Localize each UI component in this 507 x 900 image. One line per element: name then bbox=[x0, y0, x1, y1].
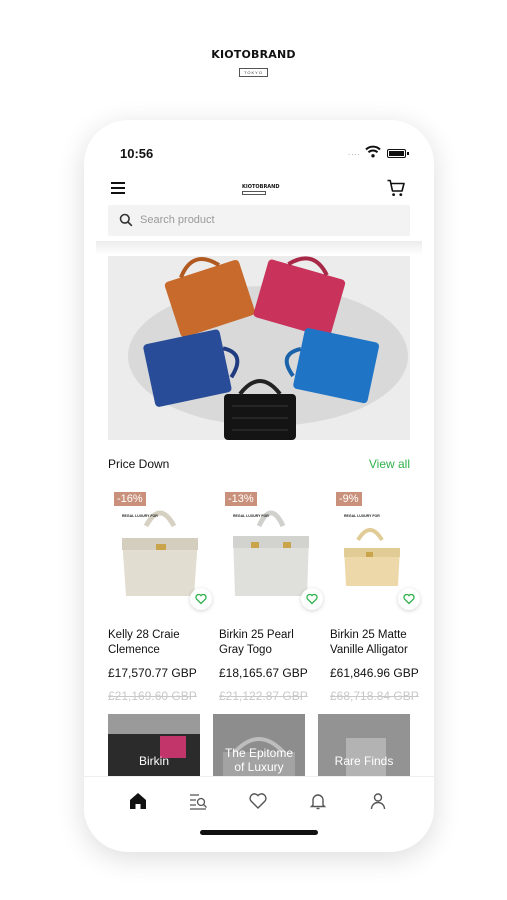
menu-icon[interactable] bbox=[111, 182, 125, 197]
favorite-button[interactable] bbox=[398, 588, 420, 610]
discount-badge: -16% bbox=[114, 492, 146, 506]
battery-icon bbox=[387, 149, 409, 158]
cart-icon[interactable] bbox=[386, 178, 406, 203]
product-price: £61,846.96 GBP bbox=[330, 666, 419, 680]
product-tag: REGAL LUXURY FOR bbox=[344, 514, 380, 518]
product-price: £18,165.67 GBP bbox=[219, 666, 308, 680]
product-name: Birkin 25 Matte Vanille Alligator bbox=[330, 628, 434, 658]
category-tile-rare-finds[interactable]: Rare Finds bbox=[318, 714, 410, 776]
search-placeholder: Search product bbox=[140, 214, 215, 226]
product-old-price: £21,169.60 GBP bbox=[108, 689, 197, 703]
bell-icon[interactable] bbox=[308, 791, 328, 811]
category-label: Rare Finds bbox=[334, 754, 394, 768]
catalog-search-icon[interactable] bbox=[188, 791, 208, 811]
heart-icon bbox=[403, 593, 415, 605]
discount-badge: -13% bbox=[225, 492, 257, 506]
header-logo-text: KIOTOBRAND bbox=[242, 184, 280, 190]
favorite-button[interactable] bbox=[301, 588, 323, 610]
product-name-line2: Gray Togo bbox=[219, 644, 272, 656]
product-price: £17,570.77 GBP bbox=[108, 666, 197, 680]
product-image: -13% REGAL LUXURY FOR bbox=[219, 486, 323, 610]
home-icon[interactable] bbox=[128, 791, 148, 811]
header-logo[interactable]: KIOTOBRAND bbox=[242, 184, 280, 195]
product-card[interactable]: -16% REGAL LUXURY FOR Kelly 28 Craie Cle… bbox=[108, 486, 212, 706]
heart-icon bbox=[306, 593, 318, 605]
heart-icon bbox=[195, 593, 207, 605]
product-name-line2: Clemence bbox=[108, 644, 160, 656]
phone-frame: 10:56 .... KIOTOBRAND Search product Pri… bbox=[84, 120, 434, 852]
product-name-line2: Vanille Alligator bbox=[330, 644, 408, 656]
product-name-line1: Birkin 25 Pearl bbox=[219, 629, 294, 641]
wifi-icon bbox=[365, 145, 381, 163]
heart-icon[interactable] bbox=[248, 791, 268, 811]
favorite-button[interactable] bbox=[190, 588, 212, 610]
product-card[interactable]: -9% REGAL LUXURY FOR Birkin 25 Matte Van… bbox=[330, 486, 434, 706]
product-name: Kelly 28 Craie Clemence bbox=[108, 628, 218, 658]
search-shadow bbox=[96, 241, 422, 255]
view-all-link[interactable]: View all bbox=[369, 457, 410, 471]
discount-badge: -9% bbox=[336, 492, 362, 506]
category-tile-epitome[interactable]: The Epitome of Luxury bbox=[213, 714, 305, 776]
category-label: Birkin bbox=[138, 754, 169, 768]
status-bar: 10:56 .... bbox=[84, 144, 434, 162]
product-tag: REGAL LUXURY FOR bbox=[122, 514, 158, 518]
product-name: Birkin 25 Pearl Gray Togo bbox=[219, 628, 329, 658]
search-bar[interactable]: Search product bbox=[108, 205, 410, 236]
product-name-line1: Kelly 28 Craie bbox=[108, 629, 180, 641]
status-time: 10:56 bbox=[120, 146, 154, 161]
app-header: KIOTOBRAND bbox=[84, 178, 434, 202]
product-name-line1: Birkin 25 Matte bbox=[330, 629, 407, 641]
product-tag: REGAL LUXURY FOR bbox=[233, 514, 269, 518]
hero-bags-image bbox=[108, 256, 410, 440]
signal-dots: .... bbox=[348, 148, 361, 157]
category-tile-birkin[interactable]: Birkin bbox=[108, 714, 200, 776]
product-old-price: £21,122.87 GBP bbox=[219, 689, 308, 703]
search-icon bbox=[119, 213, 133, 232]
home-indicator bbox=[200, 830, 318, 835]
product-card[interactable]: -13% REGAL LUXURY FOR Birkin 25 Pearl Gr… bbox=[219, 486, 323, 706]
brand-tagline: TOKYO bbox=[239, 68, 268, 77]
hero-banner[interactable] bbox=[108, 256, 410, 440]
brand-logo: KIOTOBRAND bbox=[211, 48, 296, 61]
brand-header: KIOTOBRAND TOKYO bbox=[0, 48, 507, 79]
category-label: The Epitome of Luxury bbox=[224, 746, 294, 774]
product-image: -9% REGAL LUXURY FOR bbox=[330, 486, 434, 610]
user-icon[interactable] bbox=[368, 791, 388, 811]
product-old-price: £68,718.84 GBP bbox=[330, 689, 419, 703]
bottom-tab-bar bbox=[84, 776, 434, 824]
price-down-header: Price Down View all bbox=[108, 456, 410, 472]
product-image: -16% REGAL LUXURY FOR bbox=[108, 486, 212, 610]
section-title: Price Down bbox=[108, 457, 170, 471]
